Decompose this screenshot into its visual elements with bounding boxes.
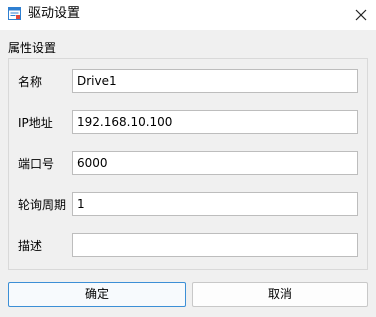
description-label: 描述 [18,239,43,253]
ip-address-field[interactable] [72,110,358,134]
close-icon [355,9,367,21]
close-button[interactable] [346,0,376,30]
port-field[interactable] [72,151,358,175]
poll-period-field[interactable] [72,192,358,216]
group-title: 属性设置 [8,41,57,55]
port-label: 端口号 [18,157,55,171]
name-label: 名称 [18,75,43,89]
app-window-icon [8,7,21,20]
poll-period-label: 轮询周期 [18,198,67,212]
title-bar[interactable]: 驱动设置 [0,0,376,30]
driver-settings-dialog: 驱动设置 属性设置 名称 IP地址 端口号 轮询周期 描述 确定 取消 [0,0,376,317]
cancel-button[interactable]: 取消 [192,282,368,307]
window-title: 驱动设置 [28,6,81,21]
ip-address-label: IP地址 [18,116,53,130]
name-field[interactable] [72,69,358,93]
ok-button[interactable]: 确定 [8,282,186,307]
description-field[interactable] [72,233,358,257]
